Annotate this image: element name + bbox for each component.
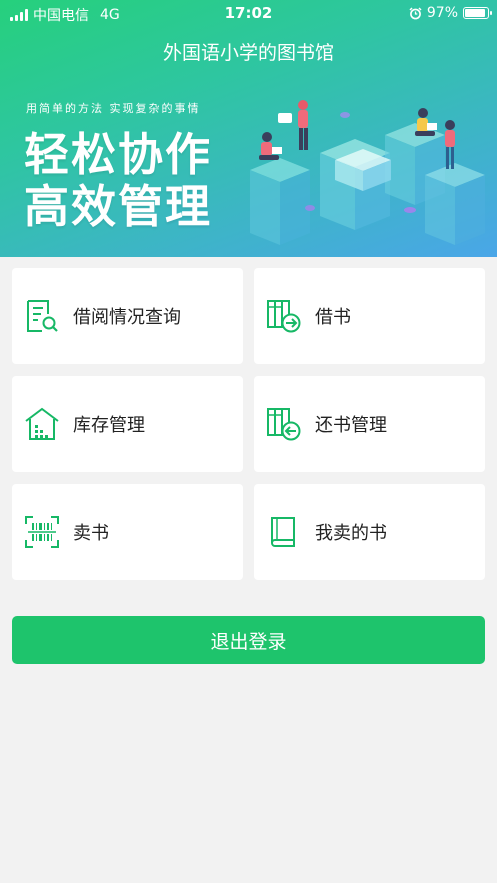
sell-book-card[interactable]: 卖书 [12,484,243,580]
barcode-scan-icon [25,516,59,548]
return-management-card[interactable]: 还书管理 [254,376,485,472]
banner-headline-2: 高效管理 [24,180,213,233]
my-sold-books-card[interactable]: 我卖的书 [254,484,485,580]
teamwork-illustration [250,100,485,245]
battery-icon [463,7,492,19]
document-search-icon [27,300,58,332]
status-bar: 中国电信 4G 17:02 97% [0,0,497,26]
banner-subtitle: 用简单的方法 实现复杂的事情 [26,102,201,115]
borrow-book-label: 借书 [315,307,351,328]
page-title: 外国语小学的图书馆 [162,42,334,64]
borrow-book-card[interactable]: 借书 [254,268,485,364]
books-arrow-left-icon [267,408,301,441]
header-banner: 中国电信 4G 17:02 97% 外国语小学的图书馆 用简单的方法 实现复杂的… [0,0,497,257]
books-arrow-right-icon [267,300,301,333]
inventory-card[interactable]: 库存管理 [12,376,243,472]
borrow-query-card[interactable]: 借阅情况查询 [12,268,243,364]
logout-button[interactable]: 退出登录 [12,616,485,664]
inventory-label: 库存管理 [73,415,145,436]
borrow-query-label: 借阅情况查询 [73,307,181,328]
my-sold-books-label: 我卖的书 [315,523,387,544]
battery-percent: 97% [426,5,458,21]
warehouse-icon [25,407,59,440]
book-icon [271,517,295,547]
sell-book-label: 卖书 [73,523,109,544]
alarm-icon [409,6,422,19]
return-management-label: 还书管理 [315,415,387,436]
